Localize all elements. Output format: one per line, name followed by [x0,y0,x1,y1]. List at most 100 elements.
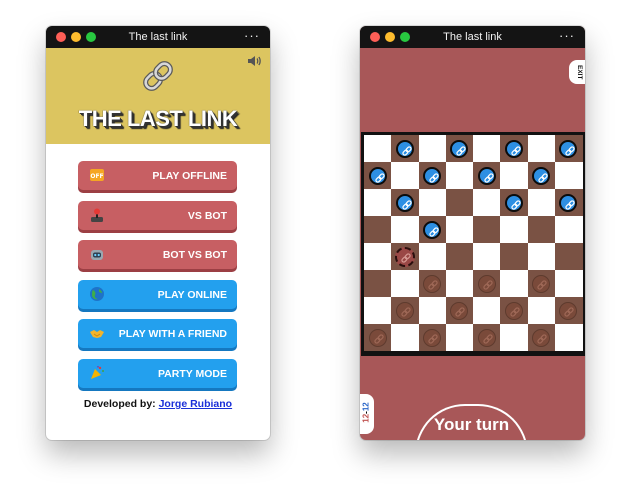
brown-piece[interactable] [395,301,414,320]
play-with-a-friend-label: PLAY WITH A FRIEND [118,328,227,340]
blue-piece[interactable] [395,139,414,158]
bot-vs-bot-label: BOT VS BOT [162,249,227,261]
board-square[interactable] [554,243,583,270]
globe-icon [90,287,104,301]
bot-vs-bot-button[interactable]: BOT VS BOT [78,240,237,269]
window-title: The last link [128,31,188,43]
board-square [391,270,420,297]
board-square [364,135,392,162]
score-left: 12 [361,413,371,423]
exit-label: EXIT [576,65,583,80]
link-icon [565,145,576,156]
brown-piece[interactable] [368,328,387,347]
board-square[interactable] [527,216,556,243]
turn-indicator: Your turn [415,404,528,440]
brown-piece[interactable] [423,274,442,293]
score-display: 12-12 [360,394,374,434]
link-icon [402,199,412,210]
brown-piece[interactable] [504,301,523,320]
svg-text:OFF: OFF [90,173,103,180]
chain-link-icon [143,61,173,91]
board-square [473,243,501,270]
brown-piece[interactable] [559,301,578,320]
score-text: 12-12 [362,402,371,422]
selected-piece[interactable] [394,246,415,267]
link-icon [401,252,411,263]
blue-piece[interactable] [423,166,442,185]
link-icon [537,279,547,290]
exit-button[interactable]: EXIT [569,60,585,84]
link-icon [511,145,521,156]
board-square[interactable] [364,216,392,243]
link-icon [565,199,576,210]
board-square [554,216,583,243]
board-square [527,189,556,216]
title-bar: The last link ··· [360,26,585,48]
board-square[interactable] [445,189,474,216]
board-square [500,162,529,189]
party-mode-button[interactable]: PARTY MODE [78,359,237,388]
brown-piece[interactable] [477,328,496,347]
blue-piece[interactable] [504,139,523,158]
play-offline-label: PLAY OFFLINE [152,170,227,182]
board-square [364,189,392,216]
board-square [473,135,501,162]
blue-piece[interactable] [450,139,469,158]
blue-piece[interactable] [504,193,523,212]
board-square[interactable] [500,243,529,270]
blue-piece[interactable] [423,220,442,239]
blue-piece[interactable] [559,139,578,158]
vs-bot-button[interactable]: VS BOT [78,201,237,230]
blue-piece[interactable] [368,166,387,185]
link-icon [402,145,412,156]
developer-link[interactable]: Jorge Rubiano [159,398,233,410]
link-icon [483,172,494,183]
play-with-a-friend-button[interactable]: PLAY WITH A FRIEND [78,319,237,348]
brown-piece[interactable] [532,328,551,347]
more-options-icon[interactable]: ··· [559,28,575,43]
board-square [418,135,447,162]
link-icon [455,306,466,317]
handshake-icon [90,330,104,338]
game-logo-title: THE LAST LINK [78,106,238,131]
brown-piece[interactable] [477,274,496,293]
board-square [500,216,529,243]
link-icon [482,333,493,344]
play-offline-button[interactable]: OFF PLAY OFFLINE [78,161,237,190]
link-icon [510,306,520,317]
board-square[interactable] [445,243,474,270]
brown-piece[interactable] [450,301,469,320]
board-square [500,270,529,297]
board-square [554,162,583,189]
blue-piece[interactable] [395,193,414,212]
board-grid [364,135,583,351]
game-board [361,132,585,356]
brown-piece[interactable] [532,274,551,293]
board-square[interactable] [364,270,392,297]
board-square [473,189,501,216]
title-bar: The last link ··· [46,26,270,48]
board-square [445,324,474,351]
blue-piece[interactable] [532,166,551,185]
play-online-button[interactable]: PLAY ONLINE [78,280,237,309]
link-icon [401,306,411,317]
joystick-icon [91,208,103,222]
board-square [364,297,392,324]
link-icon [456,145,467,156]
brown-piece[interactable] [423,328,442,347]
link-icon [564,306,575,317]
blue-piece[interactable] [559,193,578,212]
credits-prefix: Developed by: [83,398,156,410]
board-square [554,324,583,351]
board-square [445,216,474,243]
score-separator: - [361,411,371,414]
party-mode-label: PARTY MODE [157,368,227,380]
link-icon [429,172,439,183]
board-square [418,243,447,270]
board-square[interactable] [473,216,501,243]
blue-piece[interactable] [477,166,496,185]
board-square [391,216,420,243]
link-icon [428,333,438,344]
more-options-icon[interactable]: ··· [244,28,260,43]
speaker-icon[interactable] [246,53,262,69]
